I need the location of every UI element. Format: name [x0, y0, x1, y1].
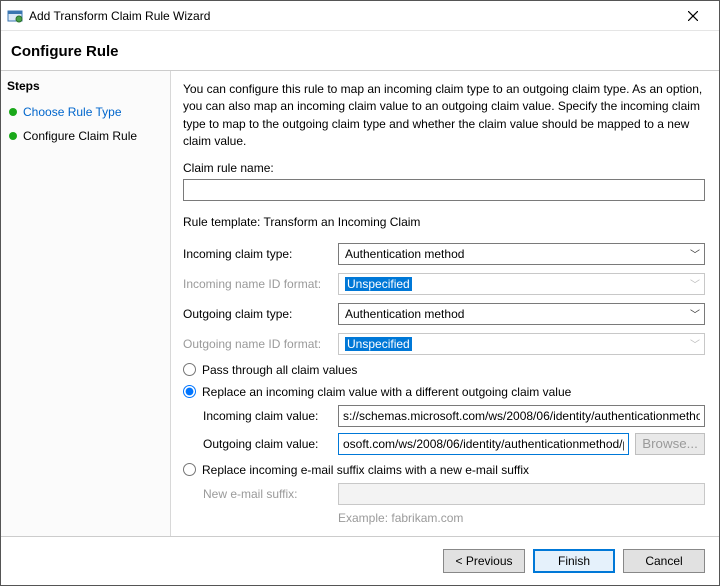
- footer: < Previous Finish Cancel: [1, 537, 719, 585]
- incoming-claim-value-label: Incoming claim value:: [203, 409, 338, 423]
- step-label: Configure Claim Rule: [23, 129, 137, 143]
- chevron-down-icon: ﹀: [690, 246, 700, 261]
- new-email-suffix-input: [338, 483, 705, 505]
- radio-email-input[interactable]: [183, 463, 196, 476]
- chevron-down-icon: ﹀: [690, 336, 700, 351]
- steps-sidebar: Steps Choose Rule Type Configure Claim R…: [1, 71, 171, 536]
- example-text: Example: fabrikam.com: [183, 511, 705, 525]
- radio-passthrough-input[interactable]: [183, 363, 196, 376]
- incoming-claim-type-select[interactable]: Authentication method ﹀: [338, 243, 705, 265]
- outgoing-nameid-select: Unspecified ﹀: [338, 333, 705, 355]
- step-choose-rule-type[interactable]: Choose Rule Type: [7, 101, 164, 123]
- previous-button[interactable]: < Previous: [443, 549, 525, 573]
- outgoing-nameid-label: Outgoing name ID format:: [183, 337, 338, 351]
- claim-rule-name-input[interactable]: [183, 179, 705, 201]
- radio-replace-input[interactable]: [183, 385, 196, 398]
- select-value: Unspecified: [345, 337, 412, 351]
- titlebar: Add Transform Claim Rule Wizard: [1, 1, 719, 31]
- step-bullet-icon: [9, 108, 17, 116]
- titlebar-text: Add Transform Claim Rule Wizard: [29, 9, 673, 23]
- outgoing-claim-value-input[interactable]: [338, 433, 629, 455]
- main-panel: You can configure this rule to map an in…: [171, 71, 719, 536]
- cancel-button[interactable]: Cancel: [623, 549, 705, 573]
- step-bullet-icon: [9, 132, 17, 140]
- browse-button: Browse...: [635, 433, 705, 455]
- page-title: Configure Rule: [11, 43, 709, 60]
- wizard-window: Add Transform Claim Rule Wizard Configur…: [0, 0, 720, 586]
- radio-email-suffix[interactable]: Replace incoming e-mail suffix claims wi…: [183, 463, 705, 477]
- incoming-claim-value-input[interactable]: [338, 405, 705, 427]
- page-header: Configure Rule: [1, 31, 719, 70]
- wizard-body: Steps Choose Rule Type Configure Claim R…: [1, 70, 719, 537]
- description-text: You can configure this rule to map an in…: [183, 81, 705, 151]
- app-icon: [7, 8, 23, 24]
- chevron-down-icon: ﹀: [690, 306, 700, 321]
- incoming-nameid-label: Incoming name ID format:: [183, 277, 338, 291]
- claim-rule-name-label: Claim rule name:: [183, 161, 705, 175]
- radio-replace[interactable]: Replace an incoming claim value with a d…: [183, 385, 705, 399]
- incoming-nameid-select: Unspecified ﹀: [338, 273, 705, 295]
- select-value: Authentication method: [345, 307, 464, 321]
- radio-label: Pass through all claim values: [202, 363, 357, 377]
- outgoing-claim-type-label: Outgoing claim type:: [183, 307, 338, 321]
- radio-label: Replace an incoming claim value with a d…: [202, 385, 571, 399]
- finish-button[interactable]: Finish: [533, 549, 615, 573]
- steps-title: Steps: [7, 79, 164, 93]
- step-configure-claim-rule[interactable]: Configure Claim Rule: [7, 125, 164, 147]
- outgoing-claim-value-label: Outgoing claim value:: [203, 437, 338, 451]
- incoming-claim-type-label: Incoming claim type:: [183, 247, 338, 261]
- select-value: Unspecified: [345, 277, 412, 291]
- select-value: Authentication method: [345, 247, 464, 261]
- radio-label: Replace incoming e-mail suffix claims wi…: [202, 463, 529, 477]
- new-email-suffix-label: New e-mail suffix:: [203, 487, 338, 501]
- chevron-down-icon: ﹀: [690, 276, 700, 291]
- rule-template-text: Rule template: Transform an Incoming Cla…: [183, 215, 705, 229]
- step-label: Choose Rule Type: [23, 105, 122, 119]
- radio-passthrough[interactable]: Pass through all claim values: [183, 363, 705, 377]
- close-button[interactable]: [673, 2, 713, 30]
- outgoing-claim-type-select[interactable]: Authentication method ﹀: [338, 303, 705, 325]
